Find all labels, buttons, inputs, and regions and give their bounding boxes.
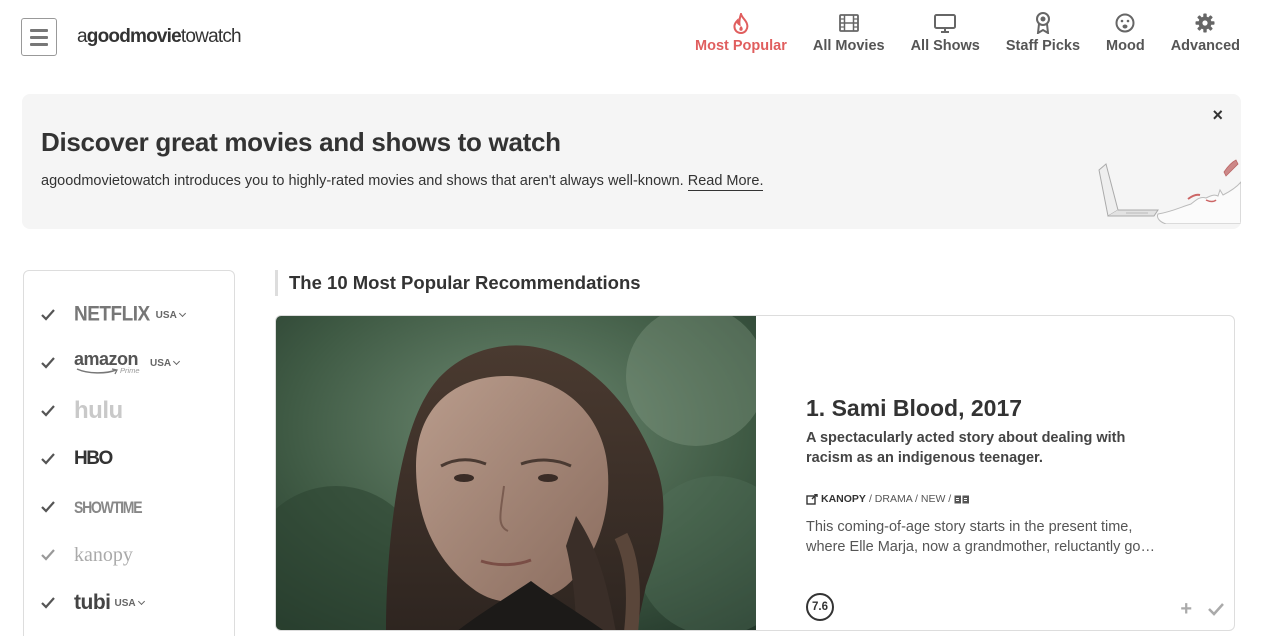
region-selector[interactable]: USA: [114, 598, 143, 609]
movie-description: This coming-of-age story starts in the p…: [806, 517, 1181, 557]
hamburger-menu-button[interactable]: [21, 18, 57, 56]
nav-label: All Movies: [812, 38, 885, 54]
check-icon: [41, 357, 55, 369]
section-heading: The 10 Most Popular Recommendations: [275, 270, 641, 296]
service-name: amazon Prime USA: [74, 349, 179, 377]
amazon-smile-icon: [76, 368, 118, 375]
add-to-watchlist-button[interactable]: +: [1180, 598, 1192, 621]
award-icon: [1032, 12, 1054, 34]
subtitles-icon: [954, 495, 970, 503]
movie-title[interactable]: 1. Sami Blood, 2017: [806, 395, 1022, 422]
netflix-logo: NETFLIX: [74, 302, 150, 326]
check-icon: [41, 309, 55, 321]
service-hulu[interactable]: hulu: [24, 391, 234, 431]
movie-meta: KANOPY / DRAMA / NEW /: [806, 493, 970, 505]
close-icon[interactable]: ×: [1212, 105, 1223, 126]
nav-label: Most Popular: [695, 38, 787, 54]
read-more-link[interactable]: Read More.: [687, 173, 764, 191]
banner-title: Discover great movies and shows to watch: [41, 127, 561, 157]
service-name: hulu: [74, 397, 123, 425]
mood-face-icon: [1114, 12, 1136, 34]
logo-part: towatch: [180, 26, 242, 47]
nav-label: Mood: [1106, 38, 1145, 54]
service-hbo[interactable]: HBO: [24, 439, 234, 479]
meta-service[interactable]: KANOPY: [821, 493, 866, 505]
movie-tagline: A spectacularly acted story about dealin…: [806, 430, 1126, 466]
banner-text: agoodmovietowatch introduces you to high…: [41, 173, 764, 191]
prime-label: Prime: [120, 366, 140, 375]
gear-icon: [1194, 12, 1216, 34]
service-netflix[interactable]: NETFLIX USA: [24, 295, 234, 335]
film-icon: [838, 12, 860, 34]
check-icon: [41, 453, 55, 465]
meta-genres: / DRAMA / NEW /: [868, 493, 952, 505]
nav-mood[interactable]: Mood: [1106, 12, 1145, 54]
nav-label: Advanced: [1170, 38, 1240, 54]
check-icon: [41, 597, 55, 609]
region-selector[interactable]: USA: [150, 358, 179, 369]
service-showtime[interactable]: SHOWTIME: [24, 487, 234, 527]
service-name: NETFLIX USA: [74, 302, 185, 326]
logo-part: a: [77, 26, 88, 47]
laptop-cat-illustration: [1098, 159, 1241, 224]
kanopy-logo: kanopy: [74, 543, 133, 566]
streaming-service-filter: NETFLIX USA amazon Prime USA hulu HBO SH…: [23, 270, 235, 636]
logo-part-bold: goodmovie: [86, 26, 182, 47]
service-name: kanopy: [74, 544, 133, 567]
main-nav: Most Popular All Movies All Shows Staff …: [669, 12, 1240, 54]
tv-icon: [934, 12, 957, 34]
site-logo[interactable]: agoodmovietowatch: [77, 26, 242, 48]
external-link-icon: [806, 493, 818, 505]
check-icon: [41, 405, 55, 417]
service-kanopy[interactable]: kanopy: [24, 535, 234, 575]
description-line: where Elle Marja, now a grandmother, rel…: [806, 539, 1155, 555]
flame-icon: [730, 12, 752, 34]
check-icon: [41, 549, 55, 561]
menu-bar: [30, 28, 48, 32]
menu-bar: [30, 35, 48, 39]
recommendation-card[interactable]: 1. Sami Blood, 2017 A spectacularly acte…: [275, 315, 1235, 631]
service-name: SHOWTIME: [74, 497, 143, 517]
hbo-logo: HBO: [74, 448, 113, 469]
service-name: tubi USA: [74, 591, 144, 615]
banner-description: agoodmovietowatch introduces you to high…: [41, 173, 684, 189]
showtime-logo: SHOWTIME: [74, 497, 143, 517]
nav-label: Staff Picks: [1005, 38, 1081, 54]
service-amazon-prime[interactable]: amazon Prime USA: [24, 343, 234, 383]
nav-staff-picks[interactable]: Staff Picks: [1006, 12, 1080, 54]
nav-label: All Shows: [910, 38, 980, 54]
hulu-logo: hulu: [74, 397, 123, 424]
check-icon: [41, 501, 55, 513]
intro-banner: Discover great movies and shows to watch…: [22, 94, 1241, 229]
movie-poster-image[interactable]: [276, 316, 756, 631]
nav-all-movies[interactable]: All Movies: [813, 12, 885, 54]
menu-bar: [30, 42, 48, 46]
description-line: This coming-of-age story starts in the p…: [806, 519, 1133, 535]
nav-most-popular[interactable]: Most Popular: [695, 12, 787, 54]
nav-all-shows[interactable]: All Shows: [911, 12, 980, 54]
service-name: HBO: [74, 448, 113, 470]
region-selector[interactable]: USA: [156, 310, 185, 321]
nav-advanced[interactable]: Advanced: [1171, 12, 1240, 54]
mark-seen-check-icon[interactable]: [1208, 602, 1224, 616]
amazon-prime-logo: amazon Prime: [74, 349, 144, 377]
service-tubi[interactable]: tubi USA: [24, 583, 234, 623]
rating-badge: 7.6: [806, 593, 834, 621]
tubi-logo: tubi: [74, 591, 111, 614]
